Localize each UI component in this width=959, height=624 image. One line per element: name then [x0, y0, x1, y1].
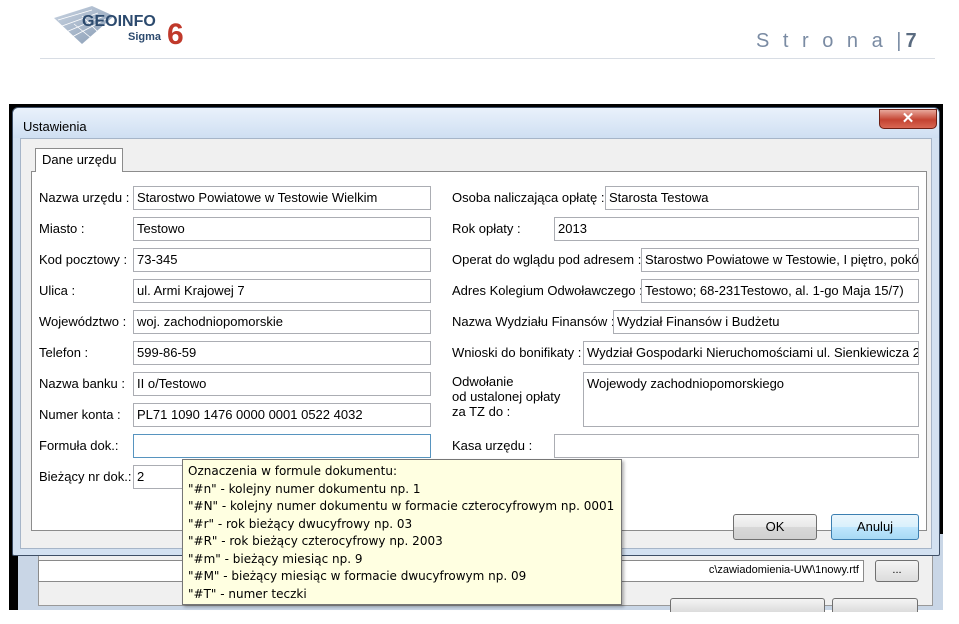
field-wojewodztwo[interactable]: woj. zachodniopomorskie: [133, 310, 431, 334]
label-osoba-naliczajaca: Osoba naliczająca opłatę :: [452, 190, 605, 205]
page-label-text: S t r o n a |: [756, 30, 906, 52]
label-wnioski-bonifikaty: Wnioski do bonifikaty :: [452, 345, 582, 360]
field-odwolanie[interactable]: Wojewody zachodniopomorskiego: [583, 372, 919, 427]
dialog-titlebar[interactable]: Ustawienia ✕: [13, 108, 939, 138]
close-button[interactable]: ✕: [879, 109, 937, 129]
logo-text: GEOINFO: [82, 13, 156, 30]
cancel-button[interactable]: Anuluj: [831, 514, 919, 540]
label-kasa-urzedu: Kasa urzędu :: [452, 438, 533, 453]
tooltip-line: "#M" - bieżący miesiąc w formacie dwucyf…: [188, 569, 527, 583]
field-telefon[interactable]: 599-86-59: [133, 341, 431, 365]
logo-number: 6: [167, 18, 184, 48]
field-numer-konta[interactable]: PL71 1090 1476 0000 0001 0522 4032: [133, 403, 431, 427]
background-button-2[interactable]: [832, 598, 918, 612]
geoinfo-logo: GEOINFO Sigma 6: [54, 6, 184, 48]
tooltip-line: "#R" - rok bieżący czterocyfrowy np. 200…: [188, 534, 443, 548]
field-wydzial-finansow[interactable]: Wydział Finansów i Budżetu: [613, 310, 919, 334]
label-ulica: Ulica :: [39, 283, 76, 298]
label-biezacy-nr-dok: Bieżący nr dok.:: [39, 469, 132, 484]
dialog-title: Ustawienia: [23, 119, 87, 134]
page-number-label: S t r o n a |7: [756, 30, 917, 53]
label-miasto: Miasto :: [39, 221, 85, 236]
label-rok-oplaty: Rok opłaty :: [452, 221, 521, 236]
label-odwolanie: Odwołanie od ustalonej opłaty za TZ do :: [452, 374, 561, 419]
tab-dane-urzedu[interactable]: Dane urzędu: [35, 148, 124, 172]
field-formula-dok[interactable]: [133, 434, 431, 458]
tooltip-line: "#n" - kolejny numer dokumentu np. 1: [188, 481, 421, 496]
label-adres-kolegium: Adres Kolegium Odwoławczego :: [452, 283, 643, 298]
label-nazwa-banku: Nazwa banku :: [39, 376, 125, 391]
field-nazwa-urzedu[interactable]: Starostwo Powiatowe w Testowie Wielkim: [133, 186, 431, 210]
tooltip-line: "#N" - kolejny numer dokumentu w formaci…: [188, 499, 615, 513]
browse-button[interactable]: ...: [875, 560, 919, 582]
close-icon: ✕: [901, 110, 915, 127]
field-kod-pocztowy[interactable]: 73-345: [133, 248, 431, 272]
field-osoba-naliczajaca[interactable]: Starosta Testowa: [605, 186, 919, 210]
tooltip-title: Oznaczenia w formule dokumentu:: [188, 464, 398, 478]
label-wojewodztwo: Województwo :: [39, 314, 127, 329]
tooltip-line: "#r" - rok bieżący dwucyfrowy np. 03: [188, 516, 413, 531]
label-numer-konta: Numer konta :: [39, 407, 121, 422]
tooltip-line: "#m" - bieżący miesiąc np. 9: [188, 551, 363, 566]
field-ulica[interactable]: ul. Armi Krajowej 7: [133, 279, 431, 303]
label-nazwa-urzedu: Nazwa urzędu :: [39, 190, 130, 205]
field-operat[interactable]: Starostwo Powiatowe w Testowie, I piętro…: [641, 248, 919, 272]
label-wydzial-finansow: Nazwa Wydziału Finansów :: [452, 314, 615, 329]
field-miasto[interactable]: Testowo: [133, 217, 431, 241]
header-divider: [40, 58, 935, 59]
background-button-1[interactable]: [670, 598, 825, 612]
field-rok-oplaty[interactable]: 2013: [554, 217, 919, 241]
field-nazwa-banku[interactable]: II o/Testowo: [133, 372, 431, 396]
logo-sub: Sigma: [128, 31, 162, 43]
field-wnioski-bonifikaty[interactable]: Wydział Gospodarki Nieruchomościami ul. …: [583, 341, 919, 365]
tooltip-line: "#T" - numer teczki: [188, 586, 307, 601]
formula-tooltip: Oznaczenia w formule dokumentu: "#n" - k…: [182, 459, 622, 605]
label-kod-pocztowy: Kod pocztowy :: [39, 252, 128, 267]
page-number: 7: [905, 30, 917, 52]
field-kasa-urzedu[interactable]: [554, 434, 919, 458]
ok-button[interactable]: OK: [733, 514, 817, 540]
label-formula-dok: Formuła dok.:: [39, 438, 119, 453]
label-operat: Operat do wglądu pod adresem :: [452, 252, 642, 267]
field-adres-kolegium[interactable]: Testowo; 68-231Testowo, al. 1-go Maja 15…: [641, 279, 919, 303]
label-telefon: Telefon :: [39, 345, 89, 360]
